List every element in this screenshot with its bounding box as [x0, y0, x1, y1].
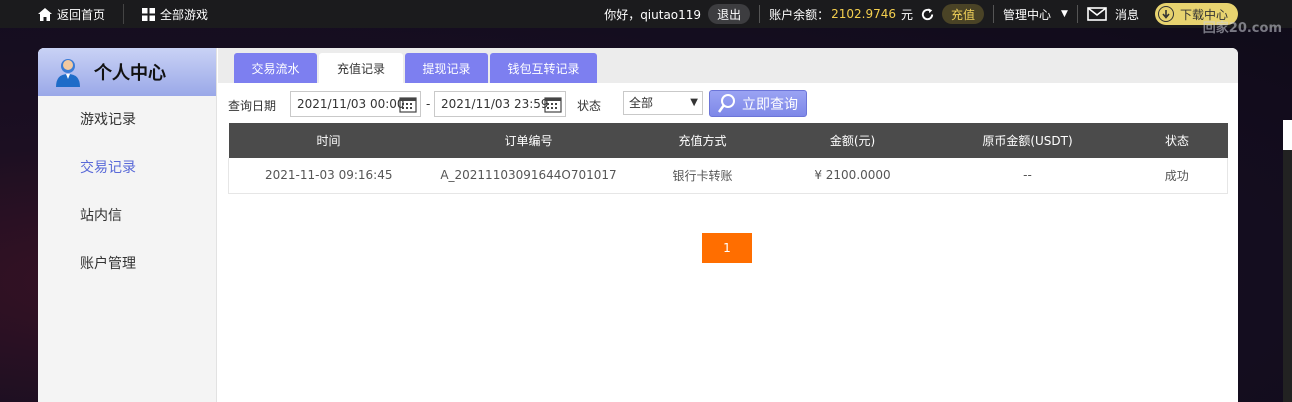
- cell-status: 成功: [1126, 158, 1228, 194]
- tab-transaction-flow[interactable]: 交易流水: [234, 53, 317, 83]
- tab-wallet-transfer-records[interactable]: 钱包互转记录: [490, 53, 597, 83]
- cell-recharge-method: 银行卡转账: [628, 158, 777, 194]
- all-games-label: 全部游戏: [160, 7, 209, 22]
- status-label: 状态: [577, 99, 602, 113]
- table-row: 2021-11-03 09:16:45 A_20211103091644O701…: [228, 158, 1228, 194]
- grid-icon: [142, 7, 156, 21]
- balance-label: 账户余额：: [769, 7, 830, 22]
- top-bar: 返回首页 全部游戏 你好，qiutao119 退出 账户余额： 2102.974…: [0, 0, 1292, 36]
- calendar-icon[interactable]: [544, 96, 562, 113]
- records-table: 时间 订单编号 充值方式 金额(元) 原币金额(USDT) 状态 2021-11…: [228, 123, 1228, 194]
- manage-center-label: 管理中心: [1003, 7, 1052, 22]
- watermark-logo: 回家20.com: [1202, 21, 1282, 36]
- cell-amount: ¥ 2100.0000: [776, 158, 929, 194]
- status-select-value: 全部: [629, 96, 654, 110]
- filter-bar: 查询日期 2021/11/03 00:00 - 2021/11/03 23:59…: [218, 90, 1238, 118]
- start-date-input[interactable]: 2021/11/03 00:00: [290, 91, 421, 117]
- currency-label: 元: [901, 7, 914, 22]
- end-date-value: 2021/11/03 23:59: [441, 97, 549, 111]
- tab-recharge-records[interactable]: 充值记录: [319, 53, 403, 83]
- home-icon: [38, 7, 52, 21]
- logout-button[interactable]: 退出: [708, 4, 751, 24]
- search-button[interactable]: 立即查询: [709, 90, 807, 117]
- chevron-down-icon: ▼: [1061, 9, 1068, 19]
- col-time: 时间: [228, 123, 429, 158]
- sidebar-title: 个人中心: [94, 63, 166, 84]
- cell-order-number: A_20211103091644O701017: [428, 158, 629, 194]
- messages-link[interactable]: 消息: [1087, 0, 1139, 28]
- col-status: 状态: [1126, 123, 1228, 158]
- page-button-1[interactable]: 1: [702, 233, 752, 263]
- home-link[interactable]: 返回首页: [38, 0, 105, 28]
- sidebar-item-transaction-records[interactable]: 交易记录: [38, 144, 216, 192]
- cell-original-amount: --: [928, 158, 1127, 194]
- content-area: 交易流水 充值记录 提现记录 钱包互转记录 查询日期 2021/11/03 00…: [218, 48, 1238, 402]
- col-order-number: 订单编号: [428, 123, 629, 158]
- col-amount: 金额(元): [776, 123, 929, 158]
- tab-bar: 交易流水 充值记录 提现记录 钱包互转记录: [218, 48, 1238, 83]
- sidebar-item-messages[interactable]: 站内信: [38, 192, 216, 240]
- all-games-link[interactable]: 全部游戏: [142, 0, 208, 28]
- mail-icon: [1087, 7, 1107, 21]
- user-avatar-icon: [56, 59, 80, 87]
- tab-withdraw-records[interactable]: 提现记录: [405, 53, 488, 83]
- greeting: 你好，qiutao119: [604, 7, 702, 22]
- col-recharge-method: 充值方式: [628, 123, 777, 158]
- recharge-button[interactable]: 充值: [942, 4, 985, 24]
- search-button-label: 立即查询: [742, 96, 798, 113]
- col-original-amount: 原币金额(USDT): [928, 123, 1127, 158]
- divider: [993, 5, 995, 23]
- end-date-input[interactable]: 2021/11/03 23:59: [434, 91, 566, 117]
- balance-value: 2102.9746: [831, 7, 896, 21]
- download-icon: [1157, 6, 1174, 22]
- date-label: 查询日期: [228, 99, 277, 113]
- status-select[interactable]: 全部 ▼: [623, 91, 703, 115]
- search-icon: [718, 93, 735, 113]
- divider: [123, 4, 125, 24]
- start-date-value: 2021/11/03 00:00: [297, 97, 405, 111]
- cell-time: 2021-11-03 09:16:45: [228, 158, 429, 194]
- date-separator: -: [426, 97, 431, 111]
- home-label: 返回首页: [57, 7, 106, 22]
- divider: [759, 5, 761, 23]
- manage-center-menu[interactable]: 管理中心 ▼: [1003, 0, 1068, 28]
- sidebar-item-game-records[interactable]: 游戏记录: [38, 96, 216, 144]
- sidebar-header: 个人中心: [38, 48, 216, 96]
- dropdown-arrow-icon: ▼: [690, 97, 698, 108]
- divider: [1076, 5, 1078, 23]
- sidebar-item-account-management[interactable]: 账户管理: [38, 240, 216, 288]
- right-edge-panel: [1283, 120, 1292, 402]
- table-header-row: 时间 订单编号 充值方式 金额(元) 原币金额(USDT) 状态: [228, 123, 1228, 158]
- main-card: 个人中心 游戏记录 交易记录 站内信 账户管理 交易流水 充值记录 提现记录 钱…: [38, 48, 1238, 402]
- sidebar: 个人中心 游戏记录 交易记录 站内信 账户管理: [38, 48, 217, 402]
- refresh-icon[interactable]: [920, 7, 935, 22]
- calendar-icon[interactable]: [399, 96, 417, 113]
- messages-label: 消息: [1114, 7, 1139, 22]
